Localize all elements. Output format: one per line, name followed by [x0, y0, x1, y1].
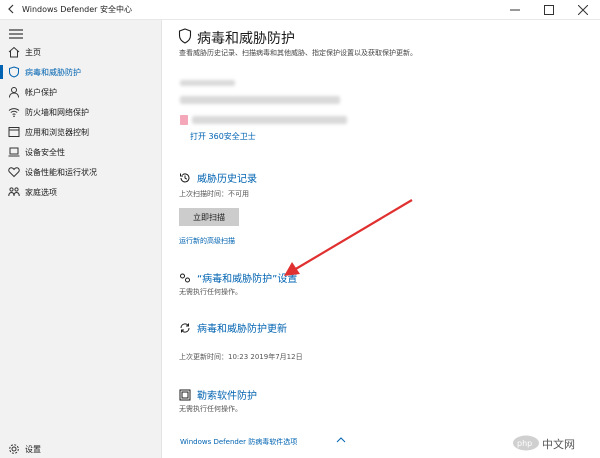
refresh-icon	[180, 323, 190, 333]
sidebar-item-label: 主页	[25, 48, 41, 57]
gear-icon	[9, 444, 19, 454]
protection-settings-status: 无需执行任何操作。	[179, 288, 242, 296]
window-title: Windows Defender 安全中心	[22, 5, 132, 14]
ransomware-status: 无需执行任何操作。	[179, 405, 242, 413]
page-title: 病毒和威胁防护	[197, 31, 295, 47]
person-icon	[9, 87, 19, 98]
minimize-button[interactable]	[498, 0, 532, 20]
sidebar-item-settings[interactable]: 设置	[0, 440, 162, 458]
history-icon	[180, 173, 190, 183]
sidebar-item-firewall[interactable]: 防火墙和网络保护	[0, 102, 162, 122]
advanced-scan-link[interactable]: 运行新的高级扫描	[179, 236, 235, 246]
redacted-text	[180, 80, 235, 86]
sidebar-item-label: 防火墙和网络保护	[25, 108, 89, 117]
app-window-icon	[8, 127, 20, 137]
provider-logo-icon	[180, 115, 188, 125]
close-icon	[578, 5, 588, 15]
svg-text:php: php	[517, 439, 532, 448]
sidebar-item-home[interactable]: 主页	[0, 42, 162, 62]
scan-now-button[interactable]: 立即扫描	[179, 208, 239, 226]
heart-icon	[8, 167, 20, 178]
last-update-text: 上次更新时间：10:23 2019年7月12日	[179, 353, 303, 361]
last-scan-text: 上次扫描时间：不可用	[179, 190, 249, 198]
home-icon	[8, 46, 20, 58]
open-360-link[interactable]: 打开 360安全卫士	[190, 131, 256, 142]
defender-options-link[interactable]: Windows Defender 防病毒软件选项	[180, 437, 297, 447]
shield-icon	[9, 66, 19, 78]
page-description: 查看威胁历史记录、扫描病毒和其他威胁、指定保护设置以及获取保护更新。	[179, 49, 417, 57]
sidebar-item-device-security[interactable]: 设备安全性	[0, 142, 162, 162]
sidebar-item-label: 应用和浏览器控制	[25, 128, 89, 137]
redacted-text	[180, 96, 340, 104]
sidebar-item-app-browser[interactable]: 应用和浏览器控制	[0, 122, 162, 142]
sidebar-item-account[interactable]: 帐户保护	[0, 82, 162, 102]
close-button[interactable]	[566, 0, 600, 20]
laptop-icon	[8, 147, 20, 157]
protection-updates-title[interactable]: 病毒和威胁防护更新	[197, 320, 287, 335]
sidebar-item-label: 病毒和威胁防护	[25, 68, 81, 77]
maximize-button[interactable]	[532, 0, 566, 20]
redacted-text	[192, 116, 347, 124]
sidebar-item-device-health[interactable]: 设备性能和运行状况	[0, 162, 162, 182]
minimize-icon	[510, 9, 520, 11]
back-arrow-icon[interactable]	[4, 2, 18, 16]
php-logo-icon: php	[513, 435, 539, 451]
family-icon	[8, 187, 20, 197]
ransomware-icon	[179, 389, 191, 401]
maximize-icon	[544, 5, 554, 15]
sidebar-item-label: 设备性能和运行状况	[25, 168, 97, 177]
settings-label: 设置	[25, 445, 41, 454]
watermark-text: 中文网	[542, 438, 575, 451]
sidebar-item-label: 家庭选项	[25, 188, 57, 197]
sidebar: 主页 病毒和威胁防护 帐户保护 防火墙和网络保护 应用和浏览器控制 设备安全性 …	[0, 20, 162, 458]
hamburger-menu-icon[interactable]	[9, 28, 23, 40]
chevron-up-icon[interactable]	[336, 436, 346, 444]
sidebar-item-virus-protection[interactable]: 病毒和威胁防护	[0, 62, 162, 82]
protection-settings-title[interactable]: “病毒和威胁防护”设置	[197, 270, 297, 285]
shield-icon	[178, 28, 192, 44]
ransomware-title[interactable]: 勒索软件防护	[197, 387, 257, 402]
sidebar-item-label: 设备安全性	[25, 148, 65, 157]
title-bar: Windows Defender 安全中心	[0, 0, 600, 20]
main-content: 病毒和威胁防护 查看威胁历史记录、扫描病毒和其他威胁、指定保护设置以及获取保护更…	[162, 20, 600, 458]
wifi-icon	[8, 108, 20, 118]
sidebar-item-family[interactable]: 家庭选项	[0, 182, 162, 202]
settings-gears-icon	[180, 273, 190, 283]
threat-history-title[interactable]: 威胁历史记录	[197, 170, 257, 185]
sidebar-nav: 主页 病毒和威胁防护 帐户保护 防火墙和网络保护 应用和浏览器控制 设备安全性 …	[0, 42, 162, 202]
watermark-logo: php 中文网	[512, 432, 598, 454]
sidebar-item-label: 帐户保护	[25, 88, 57, 97]
